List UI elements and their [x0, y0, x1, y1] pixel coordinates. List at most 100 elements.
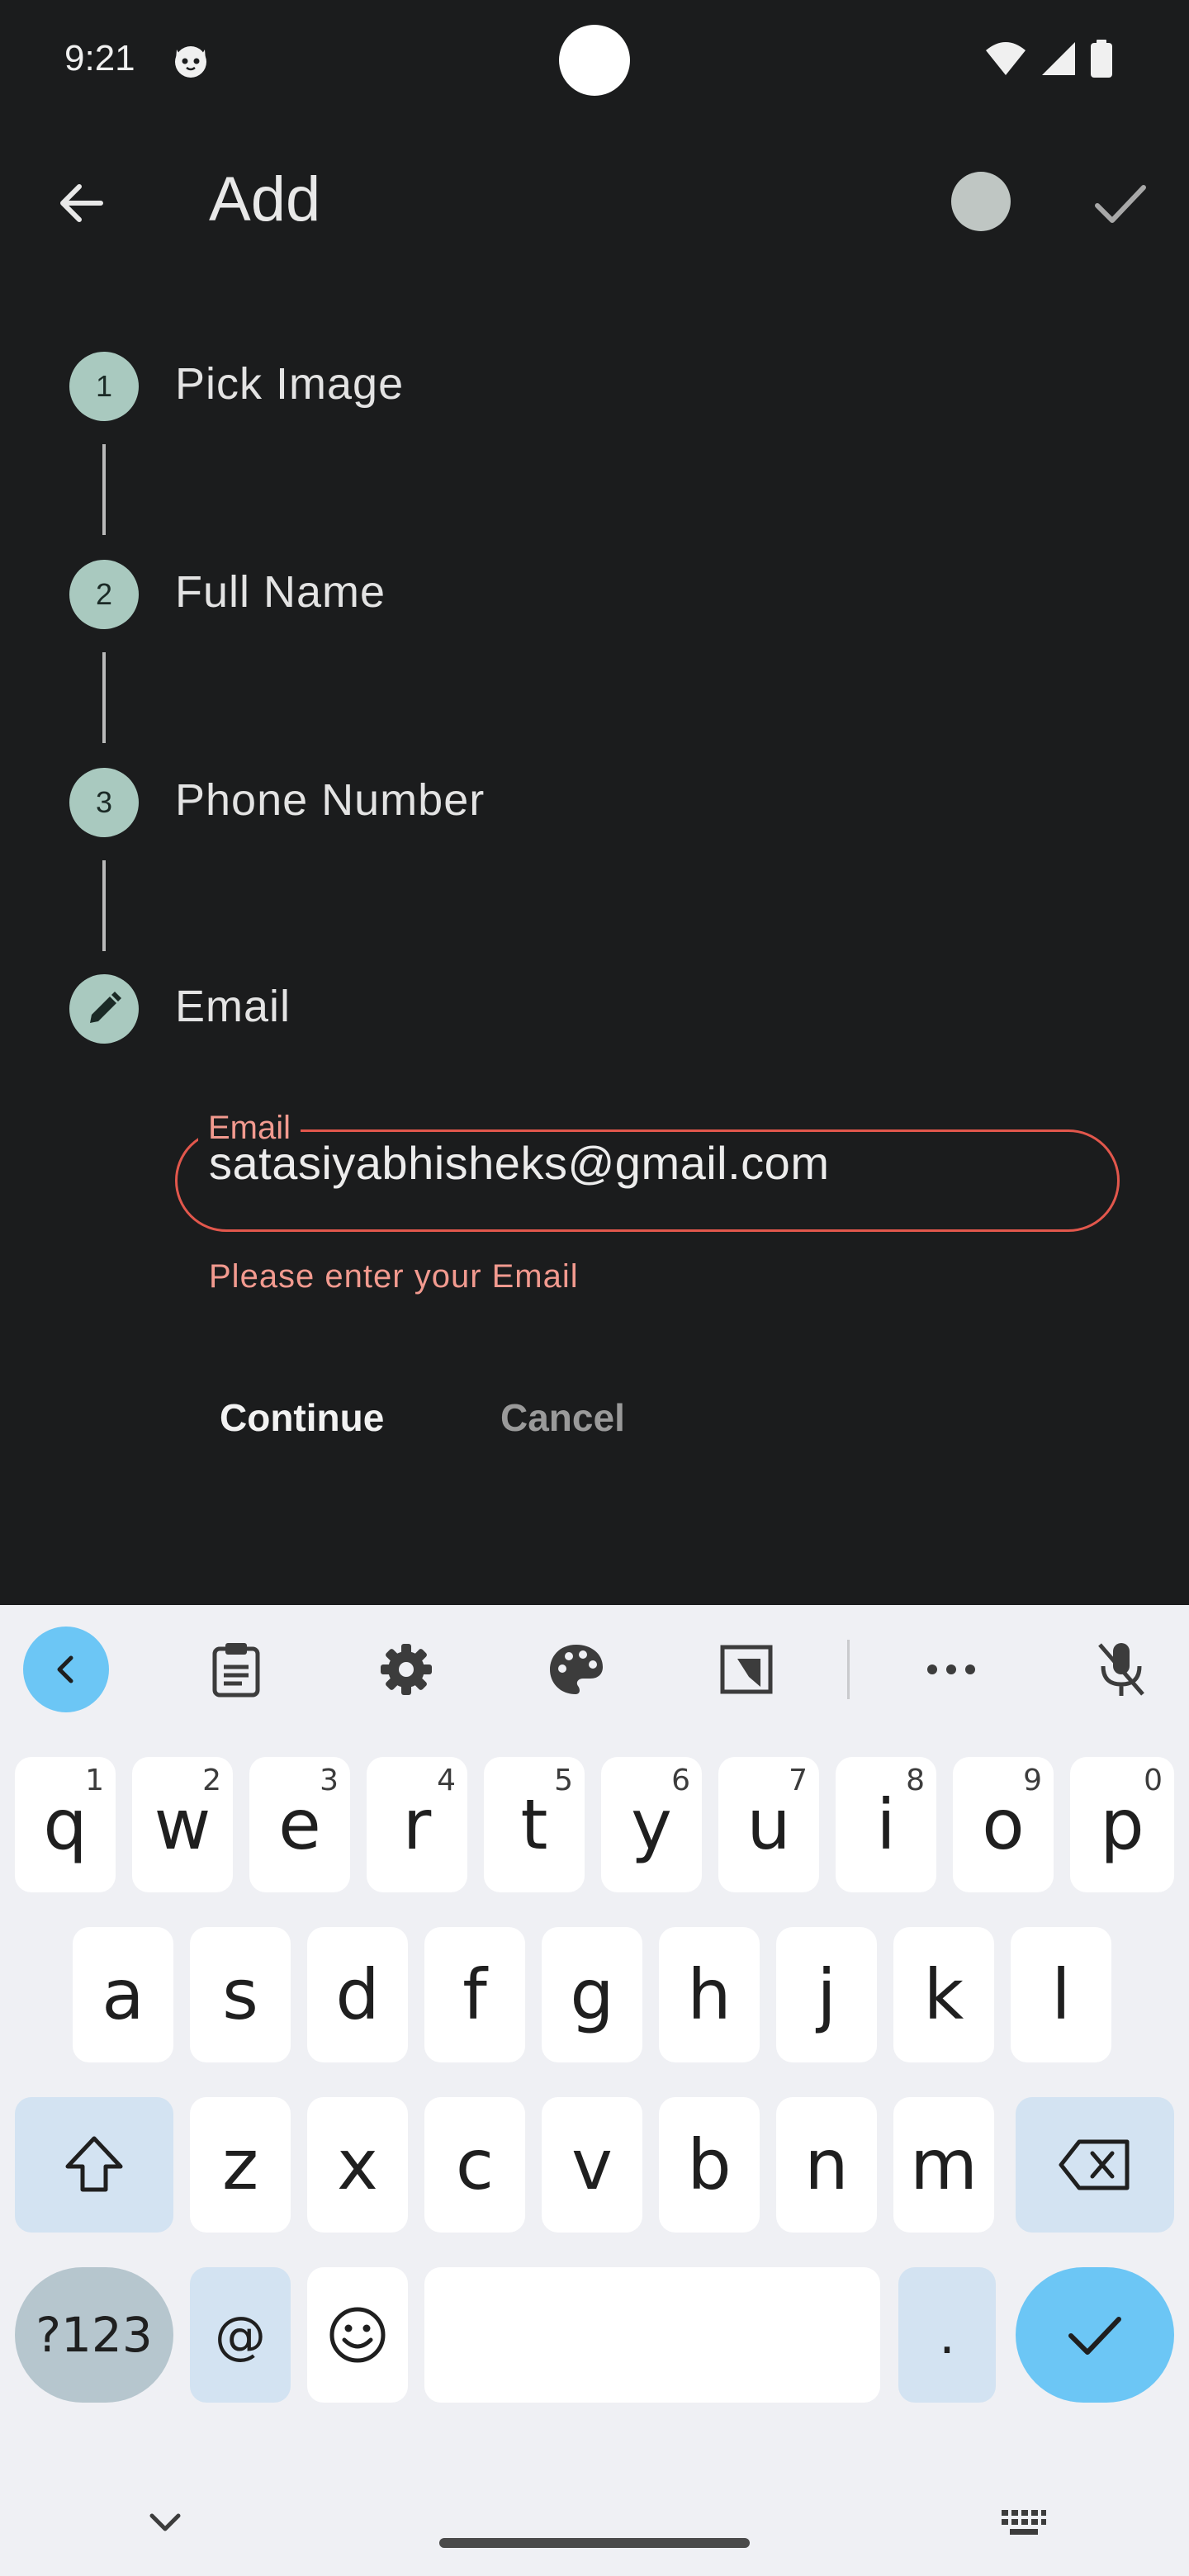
cancel-button[interactable]: Cancel	[476, 1382, 650, 1453]
key-g[interactable]: g	[542, 1927, 642, 2062]
key-t[interactable]: t5	[484, 1757, 585, 1892]
toolbar-divider	[847, 1640, 850, 1699]
hide-keyboard-button[interactable]	[139, 2497, 192, 2550]
floating-keyboard-button[interactable]	[703, 1627, 789, 1712]
mic-off-icon	[1098, 1643, 1144, 1696]
more-options-button[interactable]	[908, 1627, 994, 1712]
keyboard-switcher-button[interactable]	[997, 2497, 1050, 2550]
key-a[interactable]: a	[73, 1927, 173, 2062]
key-hint: 1	[85, 1764, 104, 1797]
step-number: 2	[95, 577, 113, 611]
key-j[interactable]: j	[776, 1927, 877, 2062]
email-field-value[interactable]: satasiyabhisheks@gmail.com	[209, 1136, 829, 1190]
key-label: u	[746, 1784, 791, 1865]
step-3-indicator[interactable]: 3	[69, 768, 139, 837]
shift-key[interactable]	[15, 2097, 173, 2233]
key-s[interactable]: s	[190, 1927, 291, 2062]
battery-icon	[1090, 40, 1113, 82]
space-key[interactable]	[424, 2267, 880, 2403]
theme-button[interactable]	[533, 1627, 619, 1712]
key-p[interactable]: p0	[1070, 1757, 1174, 1892]
key-d[interactable]: d	[307, 1927, 408, 2062]
chevron-left-icon	[57, 1655, 73, 1683]
save-button[interactable]	[1087, 170, 1153, 236]
key-label: e	[278, 1784, 321, 1865]
wifi-icon	[984, 40, 1027, 81]
key-hint: 6	[671, 1764, 690, 1797]
continue-button[interactable]: Continue	[195, 1382, 409, 1453]
enter-key[interactable]	[1016, 2267, 1174, 2403]
key-y[interactable]: y6	[601, 1757, 702, 1892]
key-k[interactable]: k	[893, 1927, 994, 2062]
key-e[interactable]: e3	[249, 1757, 350, 1892]
key-r[interactable]: r4	[367, 1757, 467, 1892]
key-h[interactable]: h	[659, 1927, 760, 2062]
backspace-key[interactable]	[1016, 2097, 1174, 2233]
step-4-label[interactable]: Email	[175, 981, 291, 1032]
key-f[interactable]: f	[424, 1927, 525, 2062]
avatar[interactable]	[951, 172, 1011, 231]
step-number: 3	[95, 785, 113, 819]
key-m[interactable]: m	[893, 2097, 994, 2233]
arrow-back-icon	[60, 184, 103, 222]
step-2-label[interactable]: Full Name	[175, 566, 386, 618]
key-u[interactable]: u7	[718, 1757, 819, 1892]
chevron-down-icon	[149, 2513, 181, 2531]
key-label: o	[982, 1784, 1025, 1865]
edit-pencil-icon	[90, 992, 121, 1023]
key-l[interactable]: l	[1011, 1927, 1111, 2062]
step-number: 1	[95, 369, 113, 403]
key-hint: 5	[554, 1764, 573, 1797]
cat-notification-icon	[172, 41, 210, 79]
keyboard-toolbar	[0, 1605, 1189, 1734]
floating-keyboard-icon	[720, 1645, 773, 1694]
gear-icon	[381, 1644, 432, 1695]
key-hint: 2	[202, 1764, 221, 1797]
backspace-icon	[1059, 2139, 1130, 2190]
key-at[interactable]: @	[190, 2267, 291, 2403]
clipboard-button[interactable]	[193, 1627, 279, 1712]
back-button[interactable]	[48, 170, 114, 236]
check-icon	[1068, 2317, 1121, 2355]
emoji-icon	[329, 2307, 386, 2363]
voice-input-button[interactable]	[1078, 1627, 1164, 1712]
shift-arrow-icon	[65, 2136, 123, 2192]
key-hint: 3	[320, 1764, 339, 1797]
step-3-label[interactable]: Phone Number	[175, 774, 485, 826]
key-c[interactable]: c	[424, 2097, 525, 2233]
step-4-indicator[interactable]	[69, 974, 139, 1044]
step-1-indicator[interactable]: 1	[69, 352, 139, 421]
keyboard-icon	[1002, 2510, 1046, 2535]
key-label: i	[876, 1784, 896, 1865]
step-connector	[102, 860, 106, 951]
key-label: p	[1100, 1784, 1144, 1865]
soft-keyboard: q1 w2 e3 r4 t5 y6 u7 i8 o9 p0 a s d f g …	[0, 1605, 1189, 2576]
key-n[interactable]: n	[776, 2097, 877, 2233]
key-x[interactable]: x	[307, 2097, 408, 2233]
signal-icon	[1040, 40, 1077, 81]
key-hint: 9	[1023, 1764, 1042, 1797]
step-2-indicator[interactable]: 2	[69, 560, 139, 629]
key-v[interactable]: v	[542, 2097, 642, 2233]
key-hint: 4	[437, 1764, 456, 1797]
status-icons	[984, 40, 1113, 82]
key-period[interactable]: .	[898, 2267, 996, 2403]
key-q[interactable]: q1	[15, 1757, 116, 1892]
symbols-key[interactable]: ?123	[15, 2267, 173, 2403]
key-o[interactable]: o9	[953, 1757, 1054, 1892]
settings-button[interactable]	[363, 1627, 449, 1712]
status-time: 9:21	[64, 38, 135, 78]
key-i[interactable]: i8	[836, 1757, 936, 1892]
key-z[interactable]: z	[190, 2097, 291, 2233]
key-b[interactable]: b	[659, 2097, 760, 2233]
emoji-key[interactable]	[307, 2267, 408, 2403]
email-error-text: Please enter your Email	[209, 1258, 579, 1295]
home-gesture-handle[interactable]	[439, 2538, 750, 2548]
key-label: y	[631, 1784, 672, 1865]
keyboard-collapse-button[interactable]	[23, 1627, 109, 1712]
key-label: t	[520, 1784, 548, 1865]
step-1-label[interactable]: Pick Image	[175, 358, 404, 410]
key-w[interactable]: w2	[132, 1757, 233, 1892]
clipboard-icon	[212, 1643, 260, 1698]
palette-icon	[550, 1645, 603, 1694]
